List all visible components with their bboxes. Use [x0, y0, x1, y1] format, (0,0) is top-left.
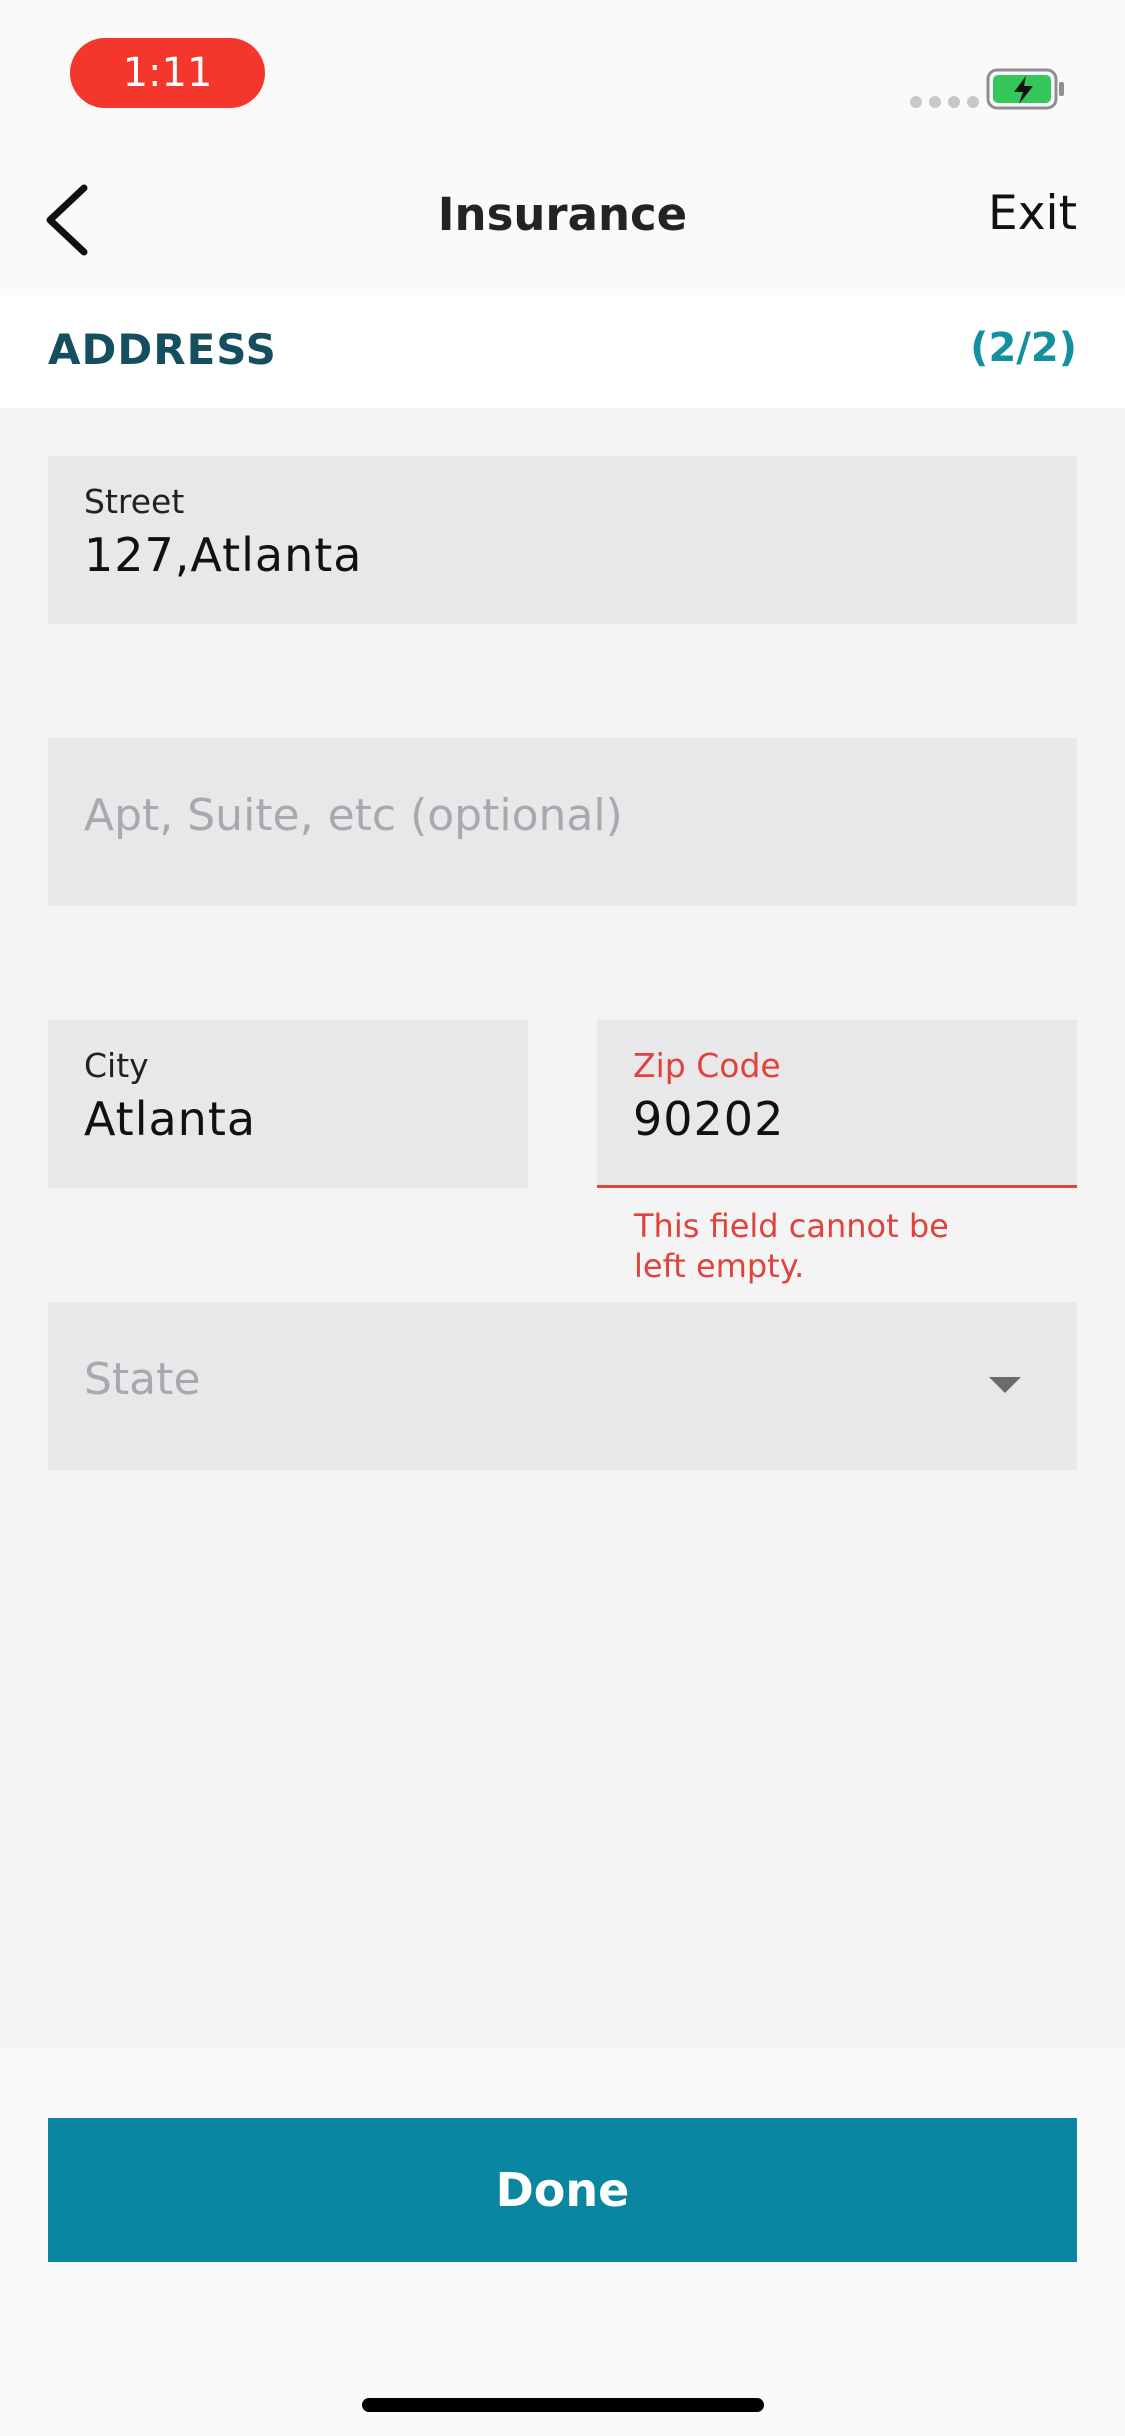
- battery-charging-icon: [986, 68, 1064, 110]
- signal-icon: [910, 96, 979, 108]
- state-dropdown[interactable]: State: [48, 1302, 1077, 1470]
- section-title: ADDRESS: [48, 325, 277, 374]
- done-button[interactable]: Done: [48, 2118, 1077, 2262]
- zip-code-error: This field cannot be left empty.: [634, 1207, 949, 1285]
- step-indicator: (2/2): [970, 325, 1077, 371]
- city-label: City: [84, 1046, 149, 1085]
- apt-placeholder: Apt, Suite, etc (optional): [84, 790, 623, 841]
- section-header: ADDRESS (2/2): [0, 295, 1125, 408]
- zip-code-label: Zip Code: [633, 1046, 781, 1085]
- chevron-left-icon[interactable]: [40, 180, 100, 260]
- caret-down-icon: [989, 1377, 1021, 1393]
- exit-button[interactable]: Exit: [988, 186, 1077, 241]
- page-title: Insurance: [437, 188, 688, 241]
- zip-code-field[interactable]: Zip Code 90202: [597, 1020, 1077, 1188]
- state-placeholder: State: [84, 1354, 201, 1405]
- street-label: Street: [84, 482, 185, 521]
- city-field[interactable]: City Atlanta: [48, 1020, 528, 1188]
- zip-code-value: 90202: [633, 1092, 785, 1146]
- status-time: 1:11: [70, 38, 265, 108]
- footer: Done: [0, 2048, 1125, 2436]
- street-field[interactable]: Street 127,Atlanta: [48, 456, 1077, 624]
- street-value: 127,Atlanta: [84, 528, 363, 582]
- nav-bar: Insurance Exit: [0, 140, 1125, 285]
- status-bar: 1:11: [0, 0, 1125, 140]
- city-value: Atlanta: [84, 1092, 257, 1146]
- home-indicator: [362, 2398, 764, 2412]
- apt-field[interactable]: Apt, Suite, etc (optional): [48, 738, 1077, 906]
